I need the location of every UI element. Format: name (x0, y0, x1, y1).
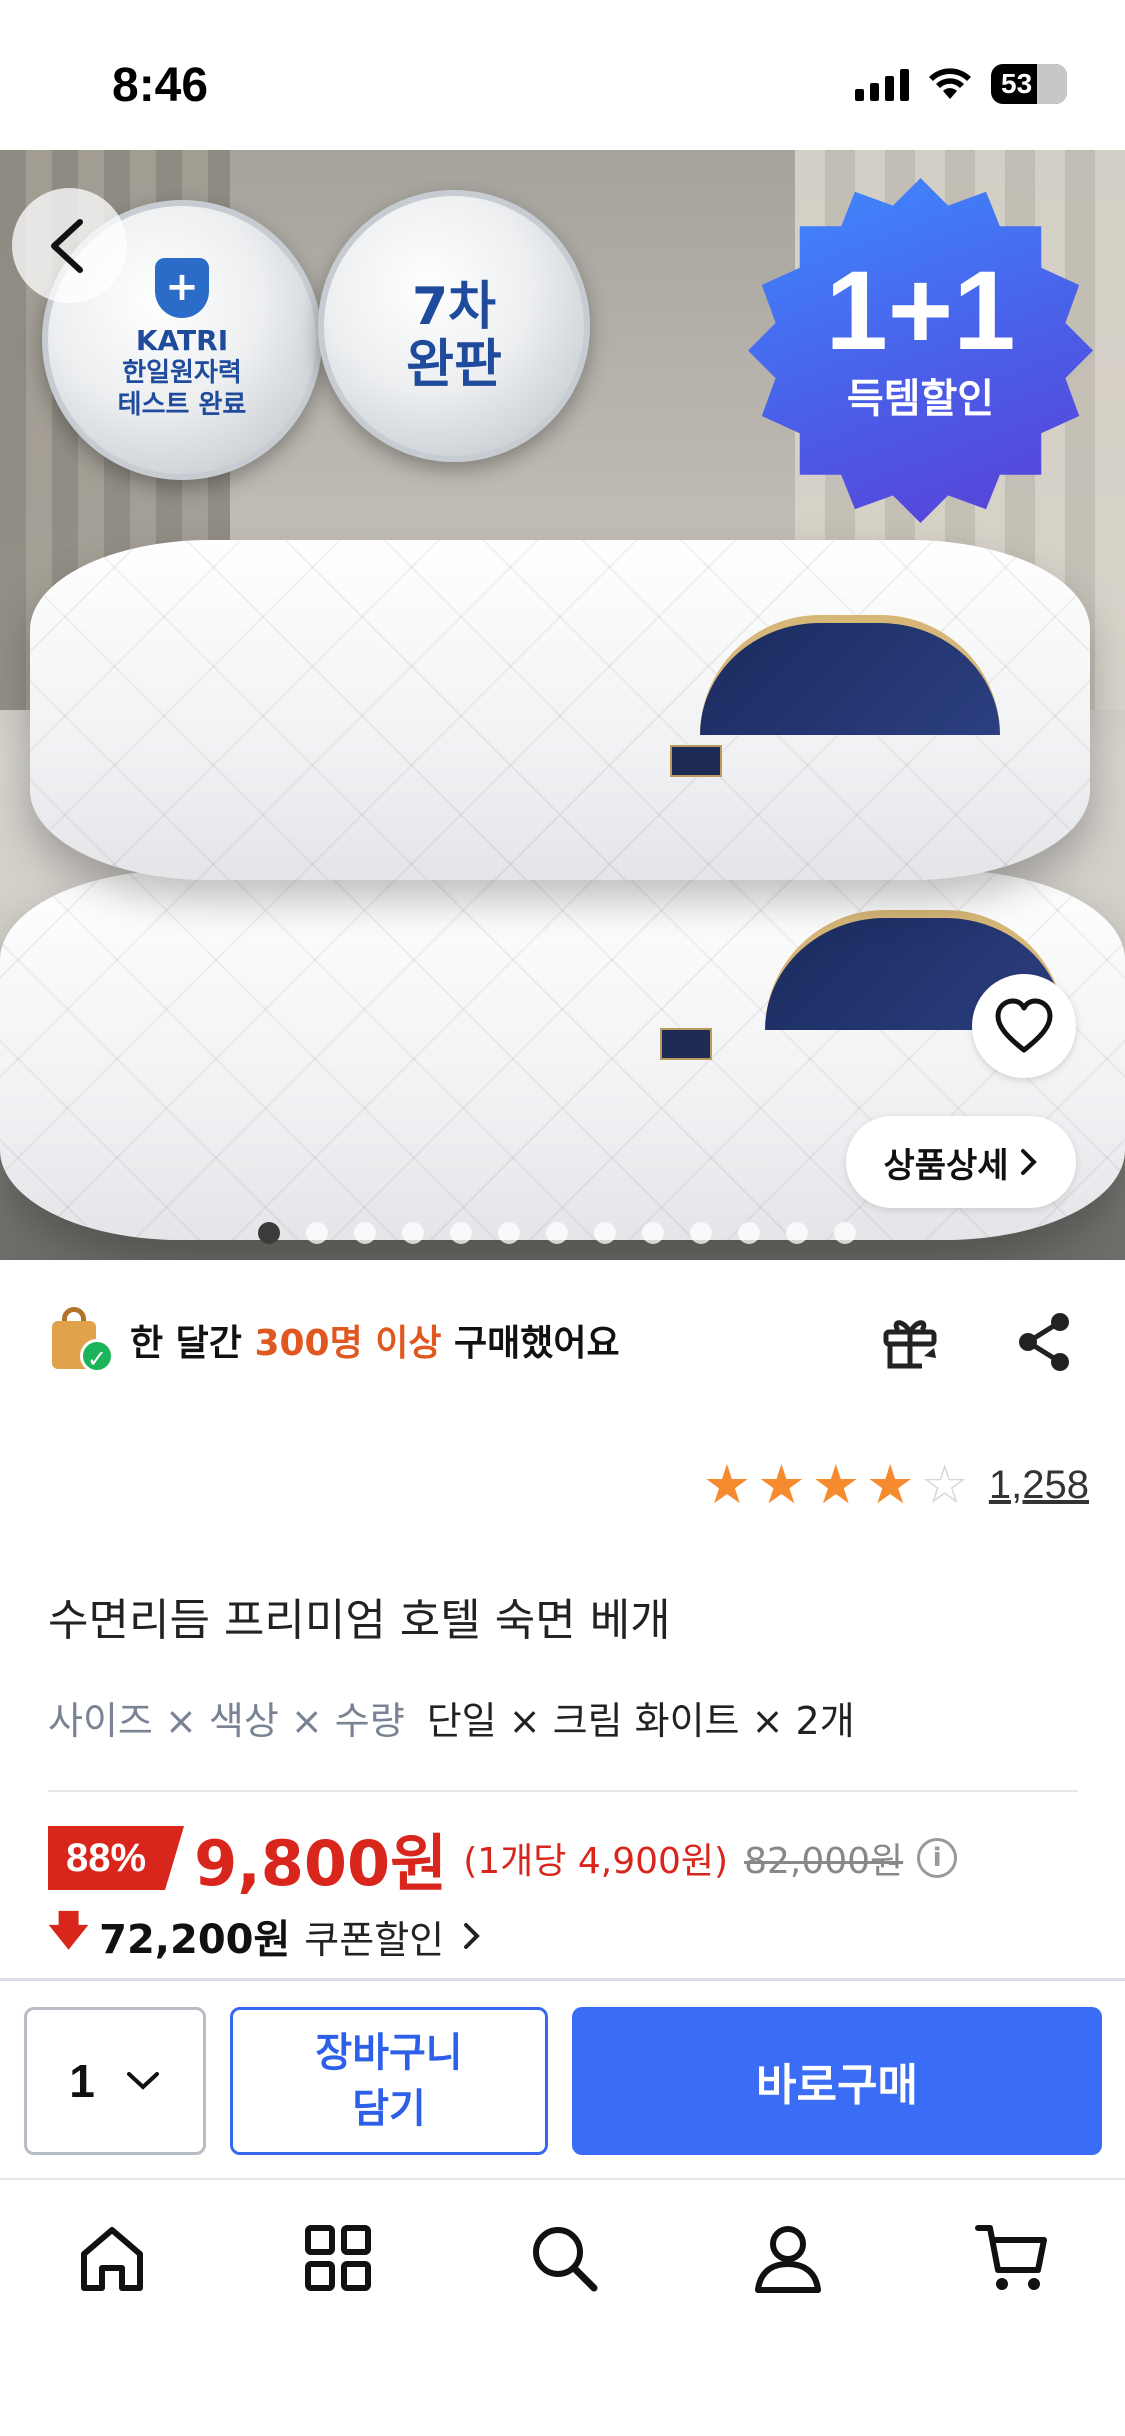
carousel-dot[interactable] (402, 1222, 424, 1244)
status-bar: 8:46 53 (0, 0, 1125, 150)
wishlist-button[interactable] (972, 974, 1076, 1078)
product-detail-button[interactable]: 상품상세 (846, 1116, 1076, 1208)
carousel-dot[interactable] (306, 1222, 328, 1244)
back-button[interactable] (12, 188, 127, 303)
coupon-label: 쿠폰할인 (304, 1917, 445, 1962)
gift-icon[interactable] (878, 1310, 942, 1374)
star-filled-icon: ★ (866, 1453, 915, 1516)
carousel-dot[interactable] (690, 1222, 712, 1244)
shopping-bag-check-icon: ✓ (48, 1307, 114, 1373)
cellular-signal-icon (855, 67, 909, 101)
divider (48, 1790, 1078, 1792)
chevron-right-icon (464, 1923, 480, 1949)
bottom-tab-bar (0, 2180, 1125, 2436)
info-icon[interactable]: i (917, 1838, 958, 1878)
battery-level: 53 (1001, 68, 1033, 99)
sale-price: 9,800원 (194, 1827, 448, 1900)
star-filled-icon: ★ (702, 1453, 752, 1516)
star-empty-icon: ☆ (920, 1453, 969, 1516)
quantity-value: 1 (69, 2055, 95, 2107)
selected-options[interactable]: 사이즈 × 색상 × 수량 단일 × 크림 화이트 × 2개 (48, 1690, 855, 1745)
buy-now-button[interactable]: 바로구매 (572, 2007, 1102, 2155)
review-count-link[interactable]: 1,258 (989, 1463, 1089, 1508)
share-icon[interactable] (1014, 1310, 1074, 1374)
pillow-image-top (30, 540, 1090, 880)
wifi-icon (929, 68, 971, 99)
discount-badge: 88% (48, 1826, 185, 1890)
status-icons: 53 (855, 64, 1067, 104)
product-title: 수면리듬 프리미엄 호텔 숙면 베개 (48, 1595, 671, 1646)
purchase-action-bar: 1 장바구니 담기 바로구매 (0, 1978, 1125, 2180)
unit-price: (1개당 4,900원) (463, 1841, 729, 1882)
sold-out-badge: 7차 완판 (318, 190, 590, 462)
carousel-dot[interactable] (450, 1222, 472, 1244)
promo-starburst-badge: 1+1 득템할인 (748, 178, 1093, 523)
carousel-dot[interactable] (258, 1222, 280, 1244)
star-filled-icon: ★ (811, 1453, 861, 1516)
add-to-cart-button[interactable]: 장바구니 담기 (230, 2007, 548, 2155)
heart-icon (995, 998, 1053, 1053)
quantity-select[interactable]: 1 (24, 2007, 206, 2155)
status-time: 8:46 (112, 59, 209, 112)
carousel-dot[interactable] (546, 1222, 568, 1244)
purchase-count-text: 한 달간 300명 이상 구매했어요 (130, 1323, 620, 1364)
arrow-down-icon: 🡇 (48, 1908, 90, 1954)
carousel-dot[interactable] (786, 1222, 808, 1244)
coupon-discount-row[interactable]: 🡇 72,200원 쿠폰할인 (48, 1906, 482, 1966)
carousel-dot[interactable] (738, 1222, 760, 1244)
medical-cross-icon: + (155, 258, 209, 318)
chevron-down-icon (126, 2072, 159, 2090)
cart-icon[interactable] (972, 2218, 1052, 2298)
carousel-dot[interactable] (594, 1222, 616, 1244)
search-icon[interactable] (524, 2218, 604, 2298)
chevron-left-icon (51, 219, 83, 273)
carousel-dot[interactable] (642, 1222, 664, 1244)
original-price: 82,000원 (744, 1841, 904, 1882)
profile-icon[interactable] (748, 2218, 828, 2298)
battery-icon: 53 (991, 64, 1067, 104)
categories-icon[interactable] (298, 2218, 378, 2298)
rating-summary[interactable]: ★ ★ ★ ★ ☆ 1,258 (703, 1458, 1089, 1512)
carousel-indicator (258, 1222, 856, 1244)
star-filled-icon: ★ (757, 1453, 806, 1516)
home-icon[interactable] (72, 2218, 152, 2298)
chevron-right-icon (1020, 1149, 1037, 1175)
carousel-dot[interactable] (498, 1222, 520, 1244)
price-row: 88% 9,800원 (1개당 4,900원) 82,000원 i (48, 1818, 958, 1900)
coupon-amount: 72,200원 (99, 1917, 291, 1963)
carousel-dot[interactable] (354, 1222, 376, 1244)
carousel-dot[interactable] (834, 1222, 856, 1244)
